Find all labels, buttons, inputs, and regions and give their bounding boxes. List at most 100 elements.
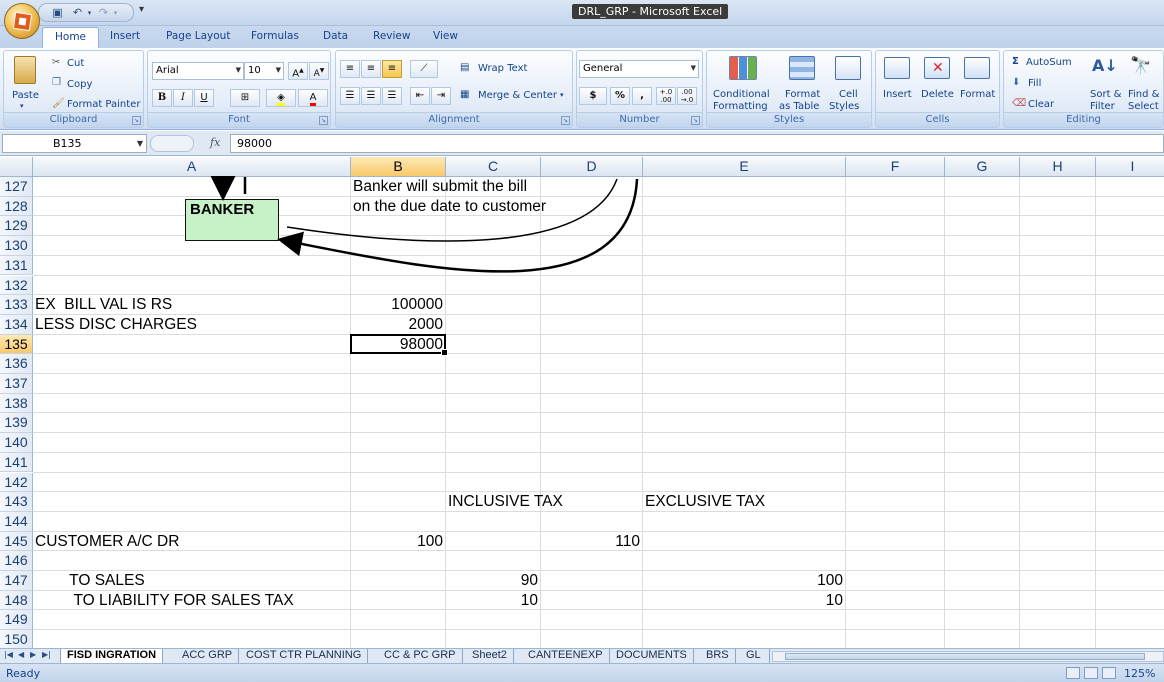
page-layout-view-button[interactable] (1084, 667, 1098, 679)
copy-icon: ❐ (52, 77, 61, 88)
font-launcher-icon[interactable]: ↘ (319, 116, 328, 125)
sheet-tab-gl[interactable]: GL (740, 649, 770, 663)
tab-view[interactable]: View (433, 30, 458, 42)
insert-cells-button[interactable]: Insert (883, 89, 912, 100)
shrink-font-button[interactable]: A▼ (309, 62, 329, 80)
tab-insert[interactable]: Insert (110, 30, 140, 42)
page-break-view-button[interactable] (1102, 667, 1116, 679)
format-painter-button[interactable]: Format Painter (67, 99, 140, 110)
curved-arrow-to-banker[interactable] (277, 178, 639, 273)
save-icon[interactable]: ▣ (51, 7, 64, 19)
formula-input[interactable]: 98000 (230, 134, 1164, 153)
font-group: Arial ▼ 10 ▼ A▲ A▼ B I U ⊞ ◈ A Font ↘ (147, 50, 331, 128)
worksheet-grid[interactable]: ABCDEFGHI 127 128 129 130 131 132 133 134 135 136… (0, 157, 1164, 648)
number-launcher-icon[interactable]: ↘ (691, 116, 700, 125)
scroll-thumb[interactable] (785, 653, 1145, 660)
borders-button[interactable]: ⊞ (230, 89, 260, 107)
clipboard-launcher-icon[interactable]: ↘ (132, 116, 141, 125)
name-box-value: B135 (53, 137, 82, 150)
sort-filter-label-2[interactable]: Filter (1090, 101, 1115, 112)
conditional-formatting-label-1[interactable]: Conditional (713, 89, 770, 100)
font-size-value: 10 (248, 65, 261, 76)
sheet-tab-cc-pc-grp[interactable]: CC & PC GRP (378, 649, 463, 663)
paste-button[interactable]: Paste (12, 90, 39, 101)
format-as-table-label-1[interactable]: Format (785, 89, 820, 100)
fill-icon: ⬇ (1012, 77, 1021, 88)
cut-button[interactable]: Cut (67, 58, 84, 69)
merge-dropdown-icon[interactable]: ▾ (560, 91, 564, 99)
first-sheet-icon[interactable]: |◀ (4, 650, 13, 659)
orientation-button[interactable]: ⟋ (410, 60, 438, 78)
merge-center-button[interactable]: Merge & Center (478, 90, 557, 101)
normal-view-button[interactable] (1066, 667, 1080, 679)
italic-button[interactable]: I (173, 89, 193, 107)
sheet-tab-brs[interactable]: BRS (700, 649, 736, 663)
decrease-decimal-button[interactable]: .00 →.0 (677, 87, 697, 105)
percent-button[interactable]: % (610, 87, 630, 105)
align-middle-button[interactable]: ≡ (361, 60, 381, 78)
comma-button[interactable]: , (632, 87, 652, 105)
paste-icon[interactable] (14, 56, 36, 84)
wrap-text-button[interactable]: Wrap Text (478, 63, 527, 74)
tab-formulas[interactable]: Formulas (251, 30, 299, 42)
cell-styles-label-2[interactable]: Styles (829, 101, 859, 112)
align-bottom-button[interactable]: ≡ (382, 60, 402, 78)
name-box[interactable]: B135 ▼ (2, 134, 147, 153)
editing-group: Σ AutoSum ⬇ Fill ⌫ Clear A↓ Sort & Filte… (1003, 50, 1164, 128)
font-name-combo[interactable]: Arial ▼ (152, 62, 244, 80)
active-cell-b135[interactable] (350, 333, 448, 356)
format-cells-button[interactable]: Format (960, 89, 995, 100)
horizontal-scrollbar[interactable] (772, 651, 1164, 662)
center-button[interactable]: ☰ (361, 87, 381, 105)
sheet-tab-sheet2[interactable]: Sheet2 (466, 649, 514, 663)
autosum-button[interactable]: AutoSum (1026, 57, 1072, 68)
ribbon-tabs: Home Insert Page Layout Formulas Data Re… (0, 26, 1164, 48)
prev-sheet-icon[interactable]: ◀ (18, 650, 24, 659)
sheet-tab-fisd-ingration[interactable]: FISD INGRATION (60, 649, 164, 663)
zoom-level[interactable]: 125% (1124, 667, 1155, 680)
undo-dropdown-icon[interactable]: ▾ (83, 7, 96, 19)
tab-data[interactable]: Data (323, 30, 348, 42)
decrease-indent-button[interactable]: ⇤ (410, 87, 430, 105)
align-right-button[interactable]: ☰ (382, 87, 402, 105)
bold-button[interactable]: B (152, 89, 172, 107)
tab-home[interactable]: Home (42, 27, 100, 48)
align-top-button[interactable]: ≡ (340, 60, 360, 78)
find-select-label-2[interactable]: Select (1128, 101, 1159, 112)
cell-styles-label-1[interactable]: Cell (839, 89, 858, 100)
alignment-launcher-icon[interactable]: ↘ (561, 116, 570, 125)
sheet-tab-canteenexp[interactable]: CANTEENEXP (522, 649, 610, 663)
insert-function-icon[interactable]: fx (210, 136, 220, 149)
grow-font-button[interactable]: A▲ (288, 62, 308, 80)
last-sheet-icon[interactable]: ▶| (42, 650, 51, 659)
find-select-label-1[interactable]: Find & (1128, 89, 1159, 100)
sheet-tab-cost-ctr-planning[interactable]: COST CTR PLANNING (240, 649, 369, 663)
next-sheet-icon[interactable]: ▶ (30, 650, 36, 659)
sheet-tab-documents[interactable]: DOCUMENTS (610, 649, 694, 663)
fill-button[interactable]: Fill (1028, 78, 1041, 89)
align-left-button[interactable]: ☰ (340, 87, 360, 105)
increase-indent-button[interactable]: ⇥ (431, 87, 451, 105)
tab-review[interactable]: Review (373, 30, 410, 42)
curved-connector-inner (286, 178, 618, 242)
customize-qat-icon[interactable]: ▾ (139, 4, 144, 15)
conditional-formatting-label-2[interactable]: Formatting (713, 101, 768, 112)
increase-decimal-button[interactable]: +.0 .00 (656, 87, 676, 105)
sheet-tab-acc-grp[interactable]: ACC GRP (176, 649, 240, 663)
copy-button[interactable]: Copy (67, 79, 92, 90)
office-button[interactable] (4, 3, 40, 39)
clear-button[interactable]: Clear (1028, 99, 1054, 110)
delete-cells-button[interactable]: Delete (921, 89, 954, 100)
font-size-combo[interactable]: 10 ▼ (244, 62, 284, 80)
font-color-button[interactable]: A (298, 89, 328, 107)
fill-color-button[interactable]: ◈ (266, 89, 296, 107)
fill-color-icon: ◈ (277, 92, 285, 106)
currency-button[interactable]: $ (579, 87, 607, 105)
paste-dropdown-icon[interactable]: ▾ (20, 102, 24, 110)
underline-button[interactable]: U (194, 89, 214, 107)
tab-page-layout[interactable]: Page Layout (166, 30, 230, 42)
format-as-table-label-2[interactable]: as Table (779, 101, 819, 112)
sort-filter-label-1[interactable]: Sort & (1090, 89, 1121, 100)
number-format-combo[interactable]: General ▼ (579, 60, 699, 78)
redo-dropdown-icon[interactable]: ▾ (109, 7, 122, 19)
